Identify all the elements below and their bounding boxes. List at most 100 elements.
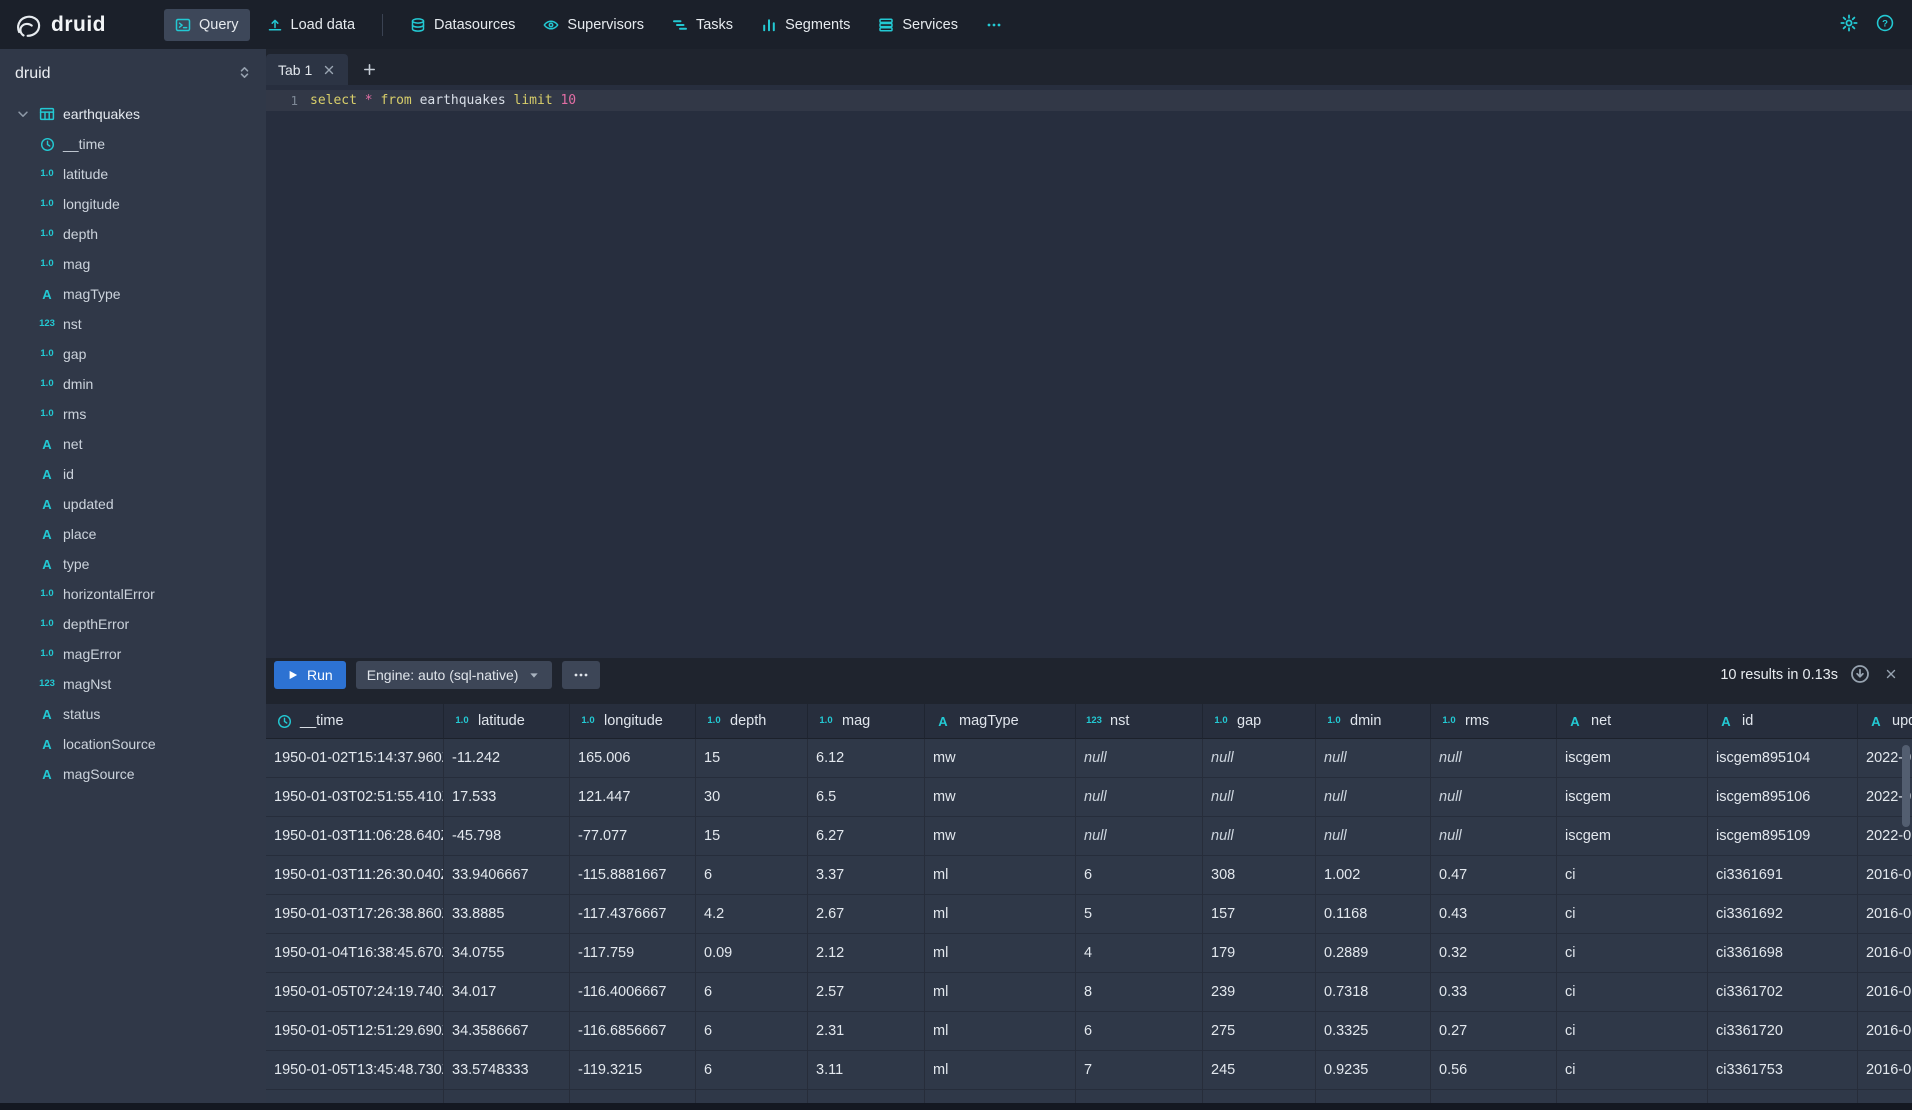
table-cell[interactable]: ci	[1557, 973, 1708, 1012]
table-cell[interactable]: null	[1076, 817, 1203, 856]
table-cell[interactable]: iscgem895104	[1708, 739, 1858, 778]
sort-schema-button[interactable]	[237, 65, 252, 83]
table-cell[interactable]: 2016-0	[1858, 1012, 1912, 1051]
table-cell[interactable]: 6.12	[808, 739, 925, 778]
tree-item-deptherror[interactable]: 1.0depthError	[0, 609, 266, 639]
close-results-button[interactable]	[1882, 665, 1900, 686]
table-cell[interactable]: 1950-01-05T07:24:19.740Z	[266, 973, 444, 1012]
nav-item-load-data[interactable]: Load data	[256, 9, 367, 41]
table-cell[interactable]: ci3361692	[1708, 895, 1858, 934]
tree-item-magerror[interactable]: 1.0magError	[0, 639, 266, 669]
table-cell[interactable]: 275	[1203, 1012, 1316, 1051]
help-button[interactable]: ?	[1872, 10, 1898, 39]
table-cell[interactable]: null	[1431, 739, 1557, 778]
table-cell[interactable]: 0.47	[1431, 856, 1557, 895]
column-header-longitude[interactable]: 1.0longitude	[570, 704, 696, 739]
table-cell[interactable]: ci3361720	[1708, 1012, 1858, 1051]
column-header-upd[interactable]: Aupd	[1858, 704, 1912, 739]
table-cell[interactable]: -116.6856667	[570, 1012, 696, 1051]
table-cell[interactable]: 0.27	[1431, 1012, 1557, 1051]
table-cell[interactable]: 1950-01-02T15:14:37.960Z	[266, 739, 444, 778]
nav-item-query[interactable]: Query	[164, 9, 250, 41]
table-cell[interactable]: 1950-01-03T02:51:55.410Z	[266, 778, 444, 817]
table-cell[interactable]: -119.3215	[570, 1051, 696, 1090]
close-tab-icon[interactable]	[322, 63, 336, 77]
table-cell[interactable]: 7	[1076, 1051, 1203, 1090]
table-cell[interactable]: ci3361698	[1708, 934, 1858, 973]
table-cell[interactable]: null	[1203, 817, 1316, 856]
column-header-magtype[interactable]: AmagType	[925, 704, 1076, 739]
table-cell[interactable]: 6.5	[808, 778, 925, 817]
tree-item-place[interactable]: Aplace	[0, 519, 266, 549]
tab-tab-1[interactable]: Tab 1	[266, 54, 348, 85]
nav-item-tasks[interactable]: Tasks	[661, 9, 744, 41]
table-cell[interactable]: ci	[1557, 934, 1708, 973]
tree-item-magsource[interactable]: AmagSource	[0, 759, 266, 789]
table-cell[interactable]: null	[1431, 817, 1557, 856]
table-cell[interactable]: 6	[696, 973, 808, 1012]
table-cell[interactable]: -45.798	[444, 817, 570, 856]
table-cell[interactable]: null	[1203, 778, 1316, 817]
settings-gear-button[interactable]	[1836, 10, 1862, 39]
tree-item-gap[interactable]: 1.0gap	[0, 339, 266, 369]
table-cell[interactable]: ci	[1557, 856, 1708, 895]
table-cell[interactable]: -117.4376667	[570, 895, 696, 934]
table-cell[interactable]: 3.37	[808, 856, 925, 895]
column-header-net[interactable]: Anet	[1557, 704, 1708, 739]
table-cell[interactable]: iscgem	[1557, 739, 1708, 778]
table-cell[interactable]: 34.0755	[444, 934, 570, 973]
table-cell[interactable]: iscgem	[1557, 778, 1708, 817]
table-cell[interactable]: ml	[925, 973, 1076, 1012]
table-cell[interactable]: iscgem895109	[1708, 817, 1858, 856]
table-cell[interactable]: 4.2	[696, 895, 808, 934]
table-cell[interactable]: iscgem	[1557, 817, 1708, 856]
table-cell[interactable]: 1950-01-03T17:26:38.860Z	[266, 895, 444, 934]
table-cell[interactable]: 33.5748333	[444, 1051, 570, 1090]
tree-item-magtype[interactable]: AmagType	[0, 279, 266, 309]
table-cell[interactable]: null	[1431, 778, 1557, 817]
table-cell[interactable]: 33.9406667	[444, 856, 570, 895]
table-cell[interactable]: ci	[1557, 895, 1708, 934]
table-cell[interactable]: 0.56	[1431, 1051, 1557, 1090]
nav-item-supervisors[interactable]: Supervisors	[532, 9, 655, 41]
table-cell[interactable]: null	[1076, 778, 1203, 817]
table-cell[interactable]: ml	[925, 1012, 1076, 1051]
tree-item-nst[interactable]: 123nst	[0, 309, 266, 339]
tree-item-status[interactable]: Astatus	[0, 699, 266, 729]
table-cell[interactable]: -115.8881667	[570, 856, 696, 895]
table-cell[interactable]: 15	[696, 739, 808, 778]
column-header-gap[interactable]: 1.0gap	[1203, 704, 1316, 739]
table-cell[interactable]: null	[1316, 739, 1431, 778]
tree-item-dmin[interactable]: 1.0dmin	[0, 369, 266, 399]
table-cell[interactable]: 2016-0	[1858, 934, 1912, 973]
table-cell[interactable]: 34.017	[444, 973, 570, 1012]
table-cell[interactable]: 2.57	[808, 973, 925, 1012]
column-header-nst[interactable]: 123nst	[1076, 704, 1203, 739]
table-cell[interactable]: ml	[925, 895, 1076, 934]
column-header-latitude[interactable]: 1.0latitude	[444, 704, 570, 739]
table-cell[interactable]: 6	[696, 1012, 808, 1051]
query-editor[interactable]: 1 select * from earthquakes limit 10	[266, 85, 1912, 658]
column-header-dmin[interactable]: 1.0dmin	[1316, 704, 1431, 739]
table-cell[interactable]: ml	[925, 934, 1076, 973]
table-cell[interactable]: ci3361753	[1708, 1051, 1858, 1090]
table-cell[interactable]: 5	[1076, 895, 1203, 934]
tree-item-magnst[interactable]: 123magNst	[0, 669, 266, 699]
tree-item-longitude[interactable]: 1.0longitude	[0, 189, 266, 219]
add-tab-button[interactable]	[362, 54, 377, 85]
table-cell[interactable]: iscgem895106	[1708, 778, 1858, 817]
editor-code-area[interactable]: select * from earthquakes limit 10	[310, 85, 1912, 658]
table-cell[interactable]: 0.32	[1431, 934, 1557, 973]
table-cell[interactable]: 15	[696, 817, 808, 856]
table-cell[interactable]: 1950-01-04T16:38:45.670Z	[266, 934, 444, 973]
table-cell[interactable]: 157	[1203, 895, 1316, 934]
run-button[interactable]: Run	[274, 661, 346, 689]
table-cell[interactable]: null	[1316, 817, 1431, 856]
table-cell[interactable]: mw	[925, 778, 1076, 817]
tree-item-mag[interactable]: 1.0mag	[0, 249, 266, 279]
table-cell[interactable]: ml	[925, 1051, 1076, 1090]
table-cell[interactable]: 2016-0	[1858, 856, 1912, 895]
table-cell[interactable]: 245	[1203, 1051, 1316, 1090]
table-cell[interactable]: 6.27	[808, 817, 925, 856]
tree-item-latitude[interactable]: 1.0latitude	[0, 159, 266, 189]
